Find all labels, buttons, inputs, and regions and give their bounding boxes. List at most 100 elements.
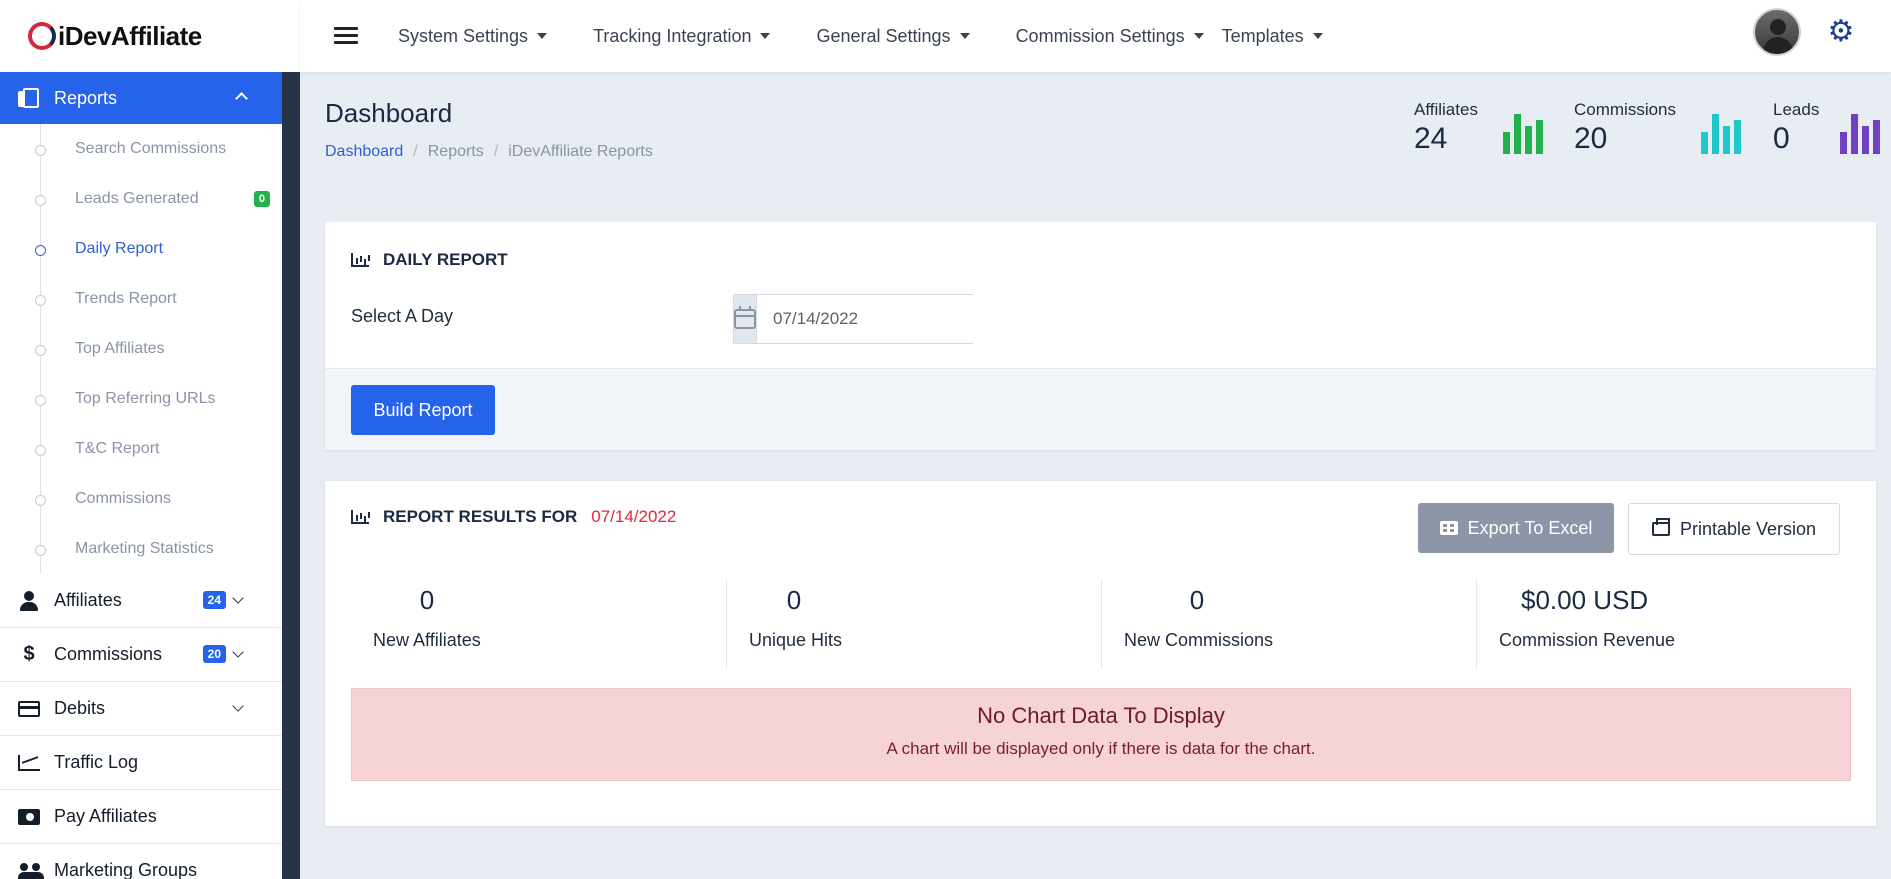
report-results-card: REPORT RESULTS FOR 07/14/2022 Export To …	[325, 481, 1876, 826]
bar-chart-icon	[1503, 112, 1543, 154]
logo-text: iDevAffiliate	[58, 20, 202, 51]
sidebar-subitem-marketing-statistics[interactable]: Marketing Statistics	[0, 524, 282, 574]
stat-value: 20	[1574, 122, 1608, 155]
button-label: Printable Version	[1679, 518, 1817, 539]
sidebar-subitem-daily-report[interactable]: Daily Report	[0, 224, 282, 274]
button-label: Export To Excel	[1467, 517, 1593, 538]
date-input[interactable]	[757, 295, 994, 343]
circle-icon	[35, 245, 46, 256]
sidebar-item-label: Traffic Log	[54, 752, 139, 772]
sidebar-edge	[282, 0, 300, 72]
stat-value: 24	[1414, 122, 1448, 155]
breadcrumb-separator: /	[413, 143, 418, 160]
results-date: 07/14/2022	[591, 507, 677, 526]
person-icon	[18, 590, 40, 611]
logo[interactable]: iDevAffiliate	[0, 0, 282, 72]
nav-label: Templates	[1221, 25, 1304, 46]
subitem-label: Leads Generated	[75, 190, 199, 207]
print-icon	[1651, 518, 1670, 536]
users-icon	[18, 861, 44, 879]
card-title-text: REPORT RESULTS FOR	[383, 507, 578, 526]
count-badge: 20	[202, 645, 226, 663]
subitem-label: Top Affiliates	[75, 340, 165, 357]
chevron-down-icon	[232, 700, 244, 712]
metric-unique-hits: 0 Unique Hits	[726, 579, 1101, 669]
nav-general-settings[interactable]: General Settings	[816, 25, 970, 47]
breadcrumb-item-current: iDevAffiliate Reports	[508, 143, 653, 160]
export-excel-button[interactable]: Export To Excel	[1418, 503, 1614, 553]
sidebar-subitem-tc-report[interactable]: T&C Report	[0, 424, 282, 474]
avatar[interactable]	[1753, 8, 1801, 56]
sidebar-item-marketing-groups[interactable]: Marketing Groups	[0, 844, 282, 879]
line-chart-icon	[18, 753, 40, 773]
nav-system-settings[interactable]: System Settings	[398, 26, 548, 47]
circle-icon	[35, 495, 46, 506]
logo-icon	[28, 22, 56, 50]
gear-icon[interactable]: ⚙	[1827, 17, 1855, 47]
breadcrumb-link-dashboard[interactable]: Dashboard	[325, 143, 403, 161]
sidebar-subitem-search-commissions[interactable]: Search Commissions	[0, 124, 282, 174]
caret-down-icon	[537, 33, 548, 39]
bar-chart-icon	[1701, 112, 1741, 154]
sidebar-scrollbar[interactable]	[282, 72, 300, 879]
circle-icon	[35, 395, 46, 406]
sidebar-item-reports[interactable]: Reports	[0, 72, 282, 124]
sidebar-item-label: Debits	[54, 698, 106, 718]
table-icon	[1439, 521, 1458, 535]
credit-card-icon	[18, 699, 40, 719]
card-title: REPORT RESULTS FOR 07/14/2022	[351, 507, 676, 527]
card-footer: Build Report	[325, 368, 1876, 450]
caret-down-icon	[760, 33, 771, 39]
date-picker[interactable]	[733, 294, 994, 344]
sidebar-item-label: Affiliates	[54, 590, 122, 610]
alert-text: A chart will be displayed only if there …	[886, 739, 1316, 758]
sidebar-subitem-commissions[interactable]: Commissions	[0, 474, 282, 524]
metric-value: 0	[1189, 585, 1205, 615]
circle-icon	[35, 445, 46, 456]
sidebar-item-traffic-log[interactable]: Traffic Log	[0, 736, 282, 790]
sidebar-subitem-trends-report[interactable]: Trends Report	[0, 274, 282, 324]
sidebar-item-label: Pay Affiliates	[54, 806, 157, 826]
metrics-row: 0 New Affiliates 0 Unique Hits 0 New Com…	[351, 579, 1851, 669]
sidebar-item-label: Reports	[54, 87, 118, 108]
daily-report-card: DAILY REPORT Select A Day Build Report	[325, 222, 1876, 450]
bar-chart-icon	[351, 253, 369, 267]
stat-leads: Leads 0	[1773, 100, 1819, 156]
nav-commission-settings[interactable]: Commission Settings	[1016, 26, 1204, 47]
sidebar-item-debits[interactable]: Debits	[0, 682, 282, 736]
menu-icon[interactable]	[334, 27, 358, 45]
caret-down-icon	[1193, 33, 1204, 39]
sidebar-subitem-top-referring-urls[interactable]: Top Referring URLs	[0, 374, 282, 424]
topbar: System Settings Tracking Integration Gen…	[300, 0, 1891, 72]
sidebar-item-label: Commissions	[54, 644, 163, 664]
breadcrumb-separator: /	[493, 143, 499, 160]
count-badge: 0	[253, 191, 270, 207]
circle-icon	[35, 145, 46, 156]
sidebar-item-affiliates[interactable]: Affiliates 24	[0, 574, 282, 628]
chevron-up-icon	[235, 92, 248, 105]
build-report-button[interactable]: Build Report	[351, 385, 495, 435]
chevron-down-icon	[232, 592, 244, 604]
metric-new-commissions: 0 New Commissions	[1101, 579, 1476, 669]
stat-label: Leads	[1773, 100, 1820, 119]
metric-commission-revenue: $0.00 USD Commission Revenue	[1476, 579, 1851, 669]
nav-templates[interactable]: Templates	[1222, 26, 1323, 47]
sidebar-item-pay-affiliates[interactable]: Pay Affiliates	[0, 790, 282, 844]
nav-tracking-integration[interactable]: Tracking Integration	[593, 26, 771, 47]
sidebar-subitem-leads-generated[interactable]: Leads Generated 0	[0, 174, 282, 224]
sidebar-subitem-top-affiliates[interactable]: Top Affiliates	[0, 324, 282, 374]
alert-title: No Chart Data To Display	[977, 703, 1225, 728]
subitem-label: T&C Report	[75, 440, 160, 457]
nav-label: General Settings	[816, 25, 951, 46]
printable-version-button[interactable]: Printable Version	[1628, 503, 1840, 555]
sidebar-item-commissions[interactable]: $ Commissions 20	[0, 628, 282, 682]
subitem-label: Trends Report	[75, 290, 177, 307]
subitem-label: Commissions	[75, 490, 172, 507]
breadcrumb-item-reports: Reports	[427, 143, 484, 160]
card-title: DAILY REPORT	[351, 250, 508, 270]
money-icon	[18, 807, 40, 827]
subitem-label: Search Commissions	[75, 140, 227, 157]
dollar-icon: $	[23, 643, 35, 665]
page-title: Dashboard	[325, 98, 453, 128]
calendar-button[interactable]	[734, 295, 757, 343]
